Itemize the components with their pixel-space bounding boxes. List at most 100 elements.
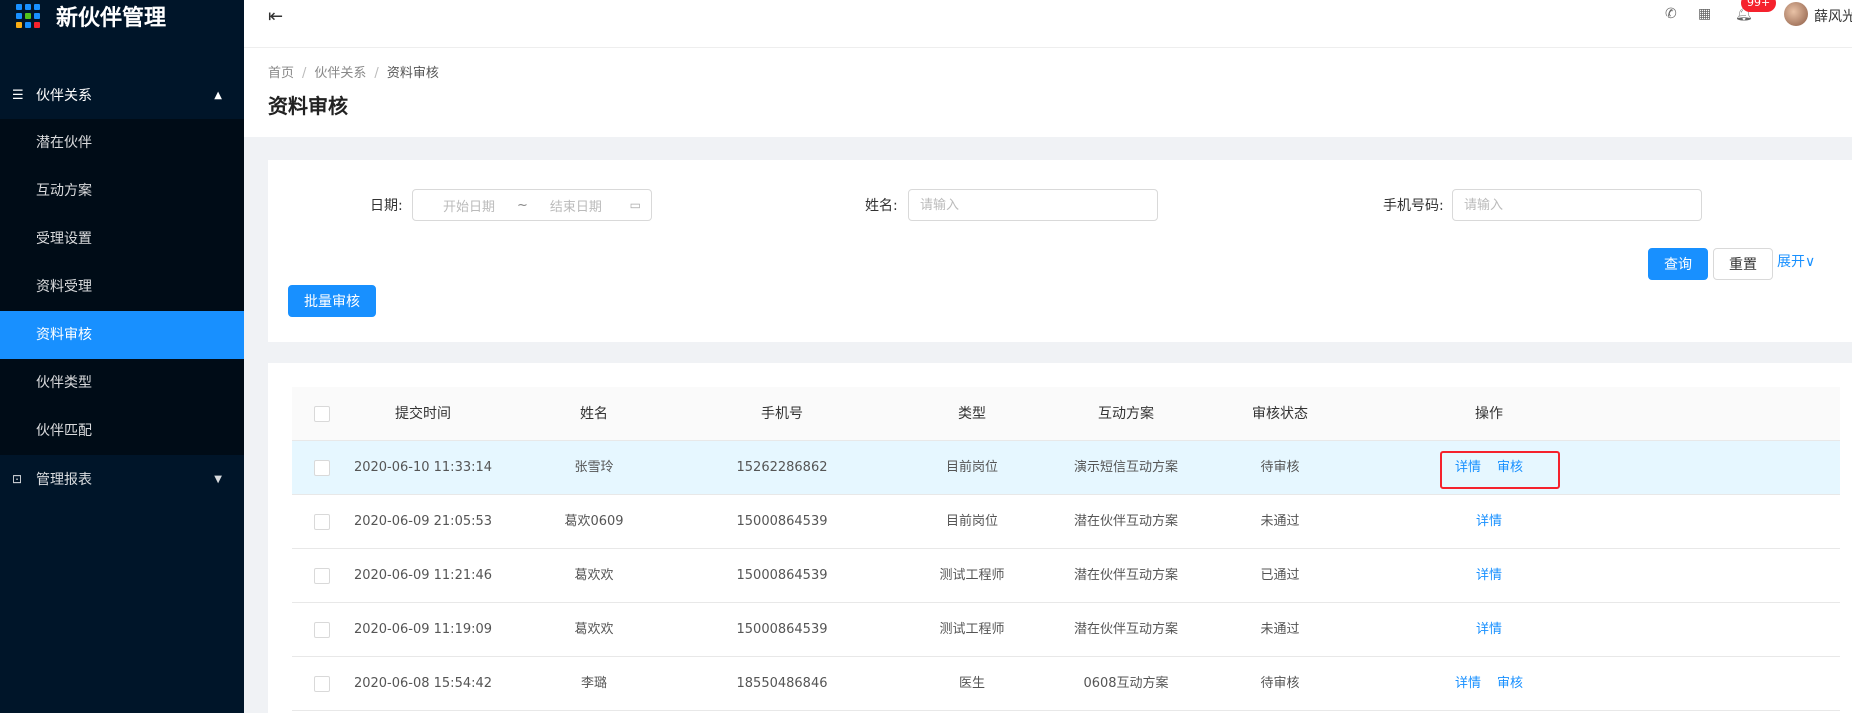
batch-review-button[interactable]: 批量审核 xyxy=(288,285,376,317)
date-range-picker[interactable]: 开始日期 ~ 结束日期 ▭ xyxy=(412,189,652,221)
logo-dot xyxy=(16,4,22,10)
column-header: 类型 xyxy=(958,406,986,422)
logo-dot xyxy=(34,4,40,10)
cell-plan: 0608互动方案 xyxy=(1083,676,1169,691)
sidebar-item[interactable]: 潜在伙伴 xyxy=(0,119,244,167)
calendar-icon: ▭ xyxy=(629,198,641,212)
table-row: 2020-06-09 11:19:09 葛欢欢 15000864539 测试工程师 潜在… xyxy=(292,603,1840,657)
breadcrumb: 首页 / 伙伴关系 / 资料审核 xyxy=(268,66,439,81)
cell-type: 目前岗位 xyxy=(945,460,999,475)
table-header-row: 提交时间 姓名 手机号 类型 互动方案 审核状态 操作 xyxy=(292,387,1840,441)
sidebar-item[interactable]: 资料审核 xyxy=(0,311,244,359)
column-header: 姓名 xyxy=(580,406,608,422)
range-separator: ~ xyxy=(517,197,528,213)
cell-plan: 潜在伙伴互动方案 xyxy=(1073,514,1179,529)
cell-time: 2020-06-09 21:05:53 xyxy=(353,514,493,529)
username[interactable]: 薛风光 xyxy=(1814,6,1852,26)
logo-dot xyxy=(16,13,22,19)
column-header: 提交时间 xyxy=(395,406,451,422)
row-actions: 详情 xyxy=(1468,603,1510,657)
page-header: 首页 / 伙伴关系 / 资料审核 资料审核 xyxy=(244,48,1852,137)
table-row: 2020-06-09 21:05:53 葛欢0609 15000864539 目前岗位… xyxy=(292,495,1840,549)
breadcrumb-current: 资料审核 xyxy=(386,66,439,81)
detail-link[interactable]: 详情 xyxy=(1476,514,1502,529)
cell-phone: 15000864539 xyxy=(736,568,828,583)
menu-group-partner-relations[interactable]: ☰ 伙伴关系 ▲ xyxy=(0,71,244,119)
row-checkbox[interactable] xyxy=(314,460,330,476)
detail-link[interactable]: 详情 xyxy=(1476,622,1502,637)
highlight-box xyxy=(1440,451,1560,489)
table-row: 2020-06-08 15:54:42 李璐 18550486846 医生 0608互动… xyxy=(292,657,1840,711)
row-actions: 详情 xyxy=(1468,495,1510,549)
start-date-placeholder: 开始日期 xyxy=(443,199,496,215)
detail-link[interactable]: 详情 xyxy=(1455,676,1481,691)
name-input[interactable] xyxy=(908,189,1158,221)
logo-dot xyxy=(34,13,40,19)
column-header: 操作 xyxy=(1475,406,1503,422)
end-date-placeholder: 结束日期 xyxy=(549,199,602,215)
chart-icon: ⊡ xyxy=(12,472,23,486)
logo-dot xyxy=(25,22,31,28)
cell-type: 目前岗位 xyxy=(945,514,999,529)
phone-input[interactable] xyxy=(1452,189,1702,221)
cell-name: 张雪玲 xyxy=(574,460,614,475)
cell-phone: 15262286862 xyxy=(736,460,828,475)
sidebar-item[interactable]: 互动方案 xyxy=(0,167,244,215)
cell-phone: 18550486846 xyxy=(736,676,828,691)
sidebar-item[interactable]: 伙伴匹配 xyxy=(0,407,244,455)
breadcrumb-home[interactable]: 首页 xyxy=(268,66,294,81)
query-button[interactable]: 查询 xyxy=(1648,248,1708,280)
cell-status: 未通过 xyxy=(1260,514,1300,529)
column-header: 互动方案 xyxy=(1098,406,1154,422)
cell-status: 未通过 xyxy=(1260,622,1300,637)
cell-name: 葛欢欢 xyxy=(574,622,614,637)
cell-type: 医生 xyxy=(958,676,986,691)
cell-plan: 潜在伙伴互动方案 xyxy=(1073,568,1179,583)
sidebar-item[interactable]: 伙伴类型 xyxy=(0,359,244,407)
logo-title: 新伙伴管理 xyxy=(56,6,167,31)
filter-panel: 日期: 开始日期 ~ 结束日期 ▭ 姓名: 手机号码: 查询 重置 展开∨ 批量… xyxy=(268,160,1852,342)
sidebar-item[interactable]: 受理设置 xyxy=(0,215,244,263)
review-link[interactable]: 审核 xyxy=(1497,676,1523,691)
submenu: 潜在伙伴 互动方案 受理设置 资料受理 资料审核 伙伴类型 伙伴匹配 xyxy=(0,119,244,455)
logo-dot xyxy=(34,22,40,28)
logo-dot xyxy=(25,13,31,19)
breadcrumb-partner-relations[interactable]: 伙伴关系 xyxy=(314,66,366,81)
sidebar-item[interactable]: 资料受理 xyxy=(0,263,244,311)
cell-status: 待审核 xyxy=(1260,676,1300,691)
cell-status: 待审核 xyxy=(1260,460,1300,475)
name-label: 姓名: xyxy=(865,198,898,214)
cell-type: 测试工程师 xyxy=(939,622,1005,637)
logo: 新伙伴管理 xyxy=(0,0,244,40)
select-all-checkbox[interactable] xyxy=(314,406,330,422)
cell-status: 已通过 xyxy=(1260,568,1300,583)
row-actions: 详情 审核 xyxy=(1447,657,1531,711)
row-checkbox[interactable] xyxy=(314,622,330,638)
cell-time: 2020-06-10 11:33:14 xyxy=(353,460,493,475)
page-title: 资料审核 xyxy=(268,94,348,118)
detail-link[interactable]: 详情 xyxy=(1476,568,1502,583)
column-header: 手机号 xyxy=(761,406,803,422)
top-header: ⇤ ✆ ▦ 🔔︎ 99+ 薛风光 xyxy=(244,0,1852,48)
row-checkbox[interactable] xyxy=(314,514,330,530)
cell-name: 葛欢欢 xyxy=(574,568,614,583)
table-row: 2020-06-10 11:33:14 张雪玲 15262286862 目前岗位 演示短… xyxy=(292,441,1840,495)
row-checkbox[interactable] xyxy=(314,676,330,692)
avatar[interactable] xyxy=(1784,2,1808,26)
cell-plan: 潜在伙伴互动方案 xyxy=(1073,622,1179,637)
menu-group-label: 管理报表 xyxy=(36,472,92,488)
expand-link[interactable]: 展开∨ xyxy=(1777,251,1815,271)
row-checkbox[interactable] xyxy=(314,568,330,584)
date-label: 日期: xyxy=(370,198,403,214)
apps-grid-icon[interactable]: ▦ xyxy=(1698,6,1711,22)
reset-button[interactable]: 重置 xyxy=(1713,248,1773,280)
phone-label: 手机号码: xyxy=(1383,198,1444,214)
menu-group-reports[interactable]: ⊡ 管理报表 ▼ xyxy=(0,455,244,503)
phone-icon[interactable]: ✆ xyxy=(1665,6,1677,22)
cell-plan: 演示短信互动方案 xyxy=(1073,460,1179,475)
logo-dot xyxy=(25,4,31,10)
cell-time: 2020-06-09 11:19:09 xyxy=(353,622,493,637)
cell-phone: 15000864539 xyxy=(736,514,828,529)
menu-fold-icon[interactable]: ⇤ xyxy=(268,6,283,27)
cell-name: 葛欢0609 xyxy=(564,514,624,529)
